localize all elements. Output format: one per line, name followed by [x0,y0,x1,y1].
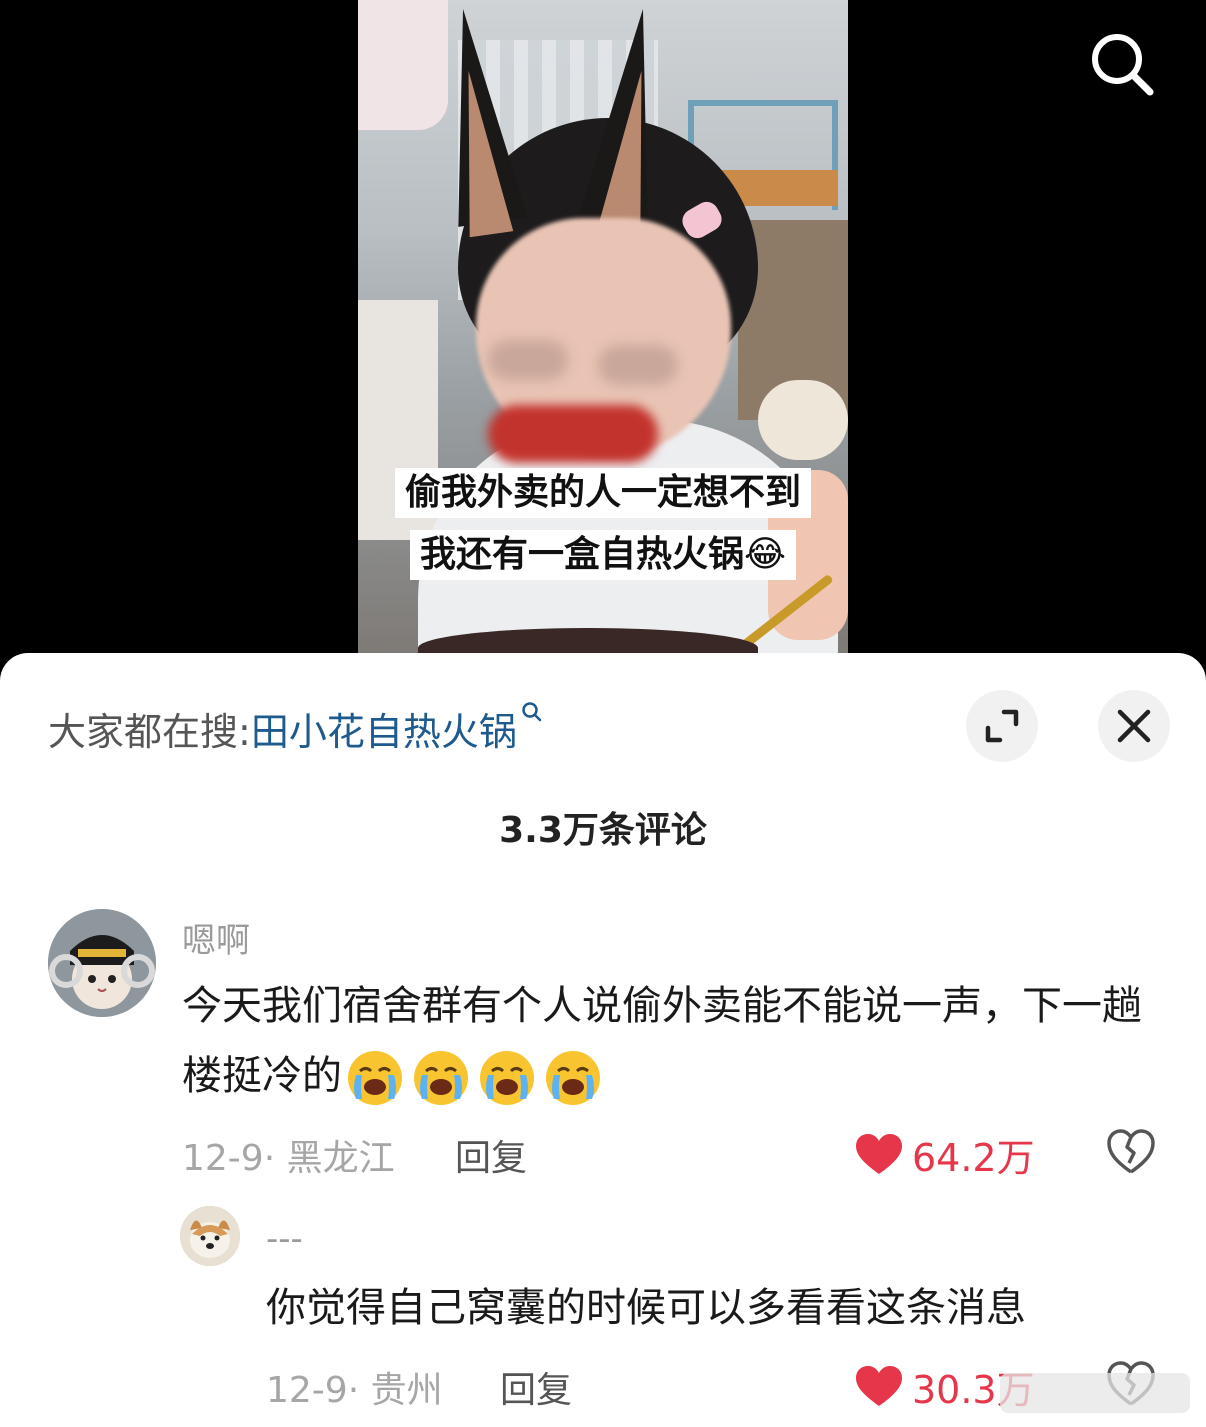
watermark [1000,1373,1190,1413]
comment-date-location: 12-9· 贵州 [266,1370,443,1411]
comment-username[interactable]: --- [266,1219,303,1259]
comment-date-location: 12-9· 黑龙江 [182,1138,395,1179]
comment-text: 你觉得自己窝囊的时候可以多看看这条消息 [266,1285,1026,1331]
broken-heart-icon[interactable] [1106,1127,1156,1177]
trending-prefix: 大家都在搜: [48,710,251,754]
heart-icon [856,1365,902,1406]
video-area[interactable]: 偷我外卖的人一定想不到 我还有一盒自热火锅😂 [0,0,1206,655]
like-button[interactable]: 64.2万 [856,1127,1035,1182]
crying-laughing-emoji-icon [544,1049,602,1107]
comment-count: 3.3万条评论 [499,810,707,851]
comment-username[interactable]: 嗯啊 [182,913,250,962]
search-icon [522,702,542,722]
caption-text-2: 我还有一盒自热火锅😂 [409,530,797,580]
reply-button[interactable]: 回复 [500,1361,572,1413]
reply-button[interactable]: 回复 [455,1129,527,1181]
trending-term[interactable]: 田小花自热火锅 [251,710,517,754]
close-icon [1117,709,1151,743]
crying-laughing-emoji-icon [412,1049,470,1107]
like-count: 64.2万 [912,1136,1035,1180]
crying-laughing-emoji-icon [346,1049,404,1107]
trending-search[interactable]: 大家都在搜:田小花自热火锅 [48,701,543,756]
avatar-cat-image [48,909,156,1017]
close-button[interactable] [1098,690,1170,762]
video-caption-line-2: 我还有一盒自热火锅😂 [358,530,848,580]
caption-text-1: 偷我外卖的人一定想不到 [394,468,811,518]
crying-laughing-emoji-icon [478,1049,536,1107]
avatar[interactable] [180,1206,240,1266]
blurred-eye-right [598,345,678,385]
avatar-dog-image [180,1206,240,1266]
blurred-eye-left [488,340,568,380]
expand-icon [985,709,1019,743]
video-frame[interactable]: 偷我外卖的人一定想不到 我还有一盒自热火锅😂 [358,0,848,655]
blurred-mouth [488,405,658,463]
comment-text: 今天我们宿舍群有个人说偷外卖能不能说一声，下一趟楼挺冷的 [182,971,1172,1111]
comment-body: 今天我们宿舍群有个人说偷外卖能不能说一声，下一趟楼挺冷的 [182,983,1142,1099]
search-icon[interactable] [1086,28,1158,100]
heart-icon [856,1133,902,1174]
avatar[interactable] [48,909,156,1017]
background-plush [758,380,848,460]
comments-panel: 大家都在搜:田小花自热火锅 3.3万条评论 嗯啊 今天我们宿舍群有个人说偷外卖能… [0,653,1206,1427]
expand-button[interactable] [966,690,1038,762]
video-caption-line-1: 偷我外卖的人一定想不到 [358,468,848,518]
